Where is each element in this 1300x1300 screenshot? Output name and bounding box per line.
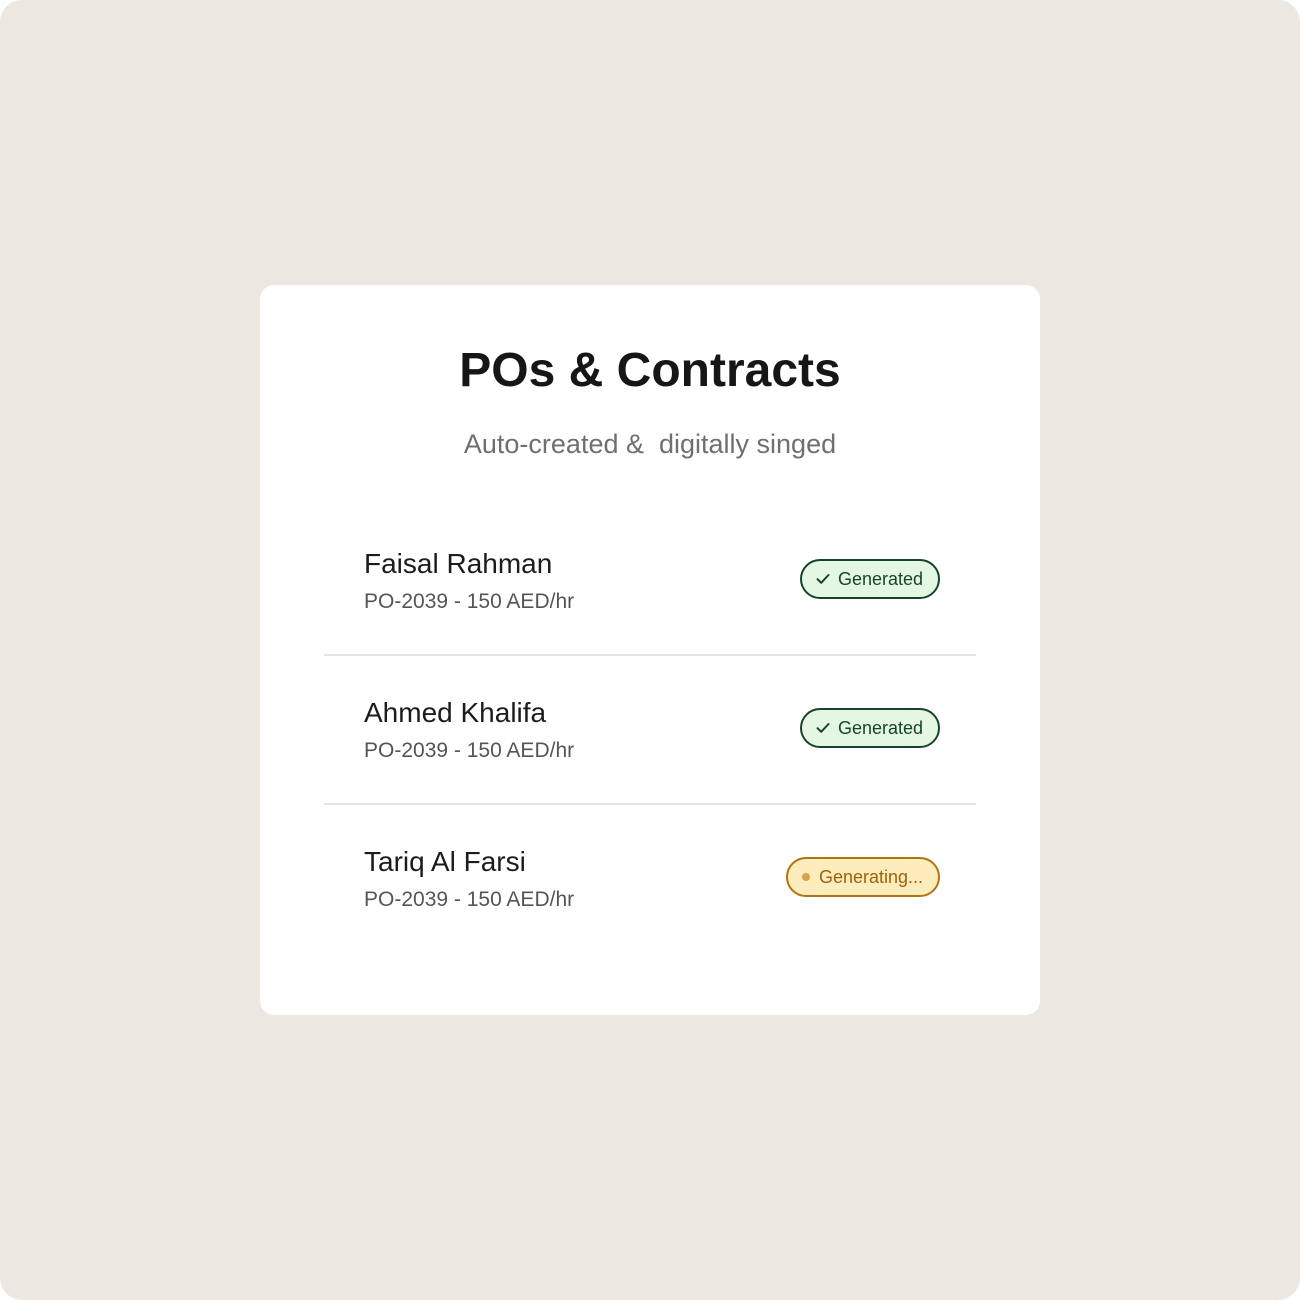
- status-badge: Generated: [799, 559, 940, 599]
- status-label: Generated: [837, 569, 923, 589]
- status-label: Generated: [837, 718, 923, 738]
- card-subtitle: Auto-created & digitally singed: [463, 429, 837, 459]
- list-item[interactable]: Ahmed Khalifa PO-2039 - 150 AED/hr Gener…: [324, 656, 976, 805]
- person-name: Tariq Al Farsi: [364, 846, 526, 877]
- po-detail: PO-2039 - 150 AED/hr: [364, 590, 575, 613]
- po-detail: PO-2039 - 150 AED/hr: [364, 888, 575, 911]
- contracts-list: Faisal Rahman PO-2039 - 150 AED/hr Gener…: [324, 507, 976, 952]
- check-icon: [816, 573, 830, 585]
- po-detail: PO-2039 - 150 AED/hr: [364, 739, 575, 762]
- status-badge: Generating...: [785, 857, 940, 897]
- pos-contracts-card: POs & Contracts Auto-created & digitally…: [260, 285, 1040, 1015]
- check-icon: [816, 722, 830, 734]
- list-item[interactable]: Tariq Al Farsi PO-2039 - 150 AED/hr Gene…: [324, 805, 976, 952]
- status-badge: Generated: [799, 708, 940, 748]
- dot-icon: [801, 873, 810, 881]
- person-name: Faisal Rahman: [364, 548, 553, 579]
- page-background: POs & Contracts Auto-created & digitally…: [0, 0, 1300, 1300]
- list-item[interactable]: Faisal Rahman PO-2039 - 150 AED/hr Gener…: [324, 507, 976, 656]
- status-label: Generating...: [818, 867, 923, 887]
- person-name: Ahmed Khalifa: [364, 697, 547, 728]
- card-title: POs & Contracts: [459, 344, 841, 397]
